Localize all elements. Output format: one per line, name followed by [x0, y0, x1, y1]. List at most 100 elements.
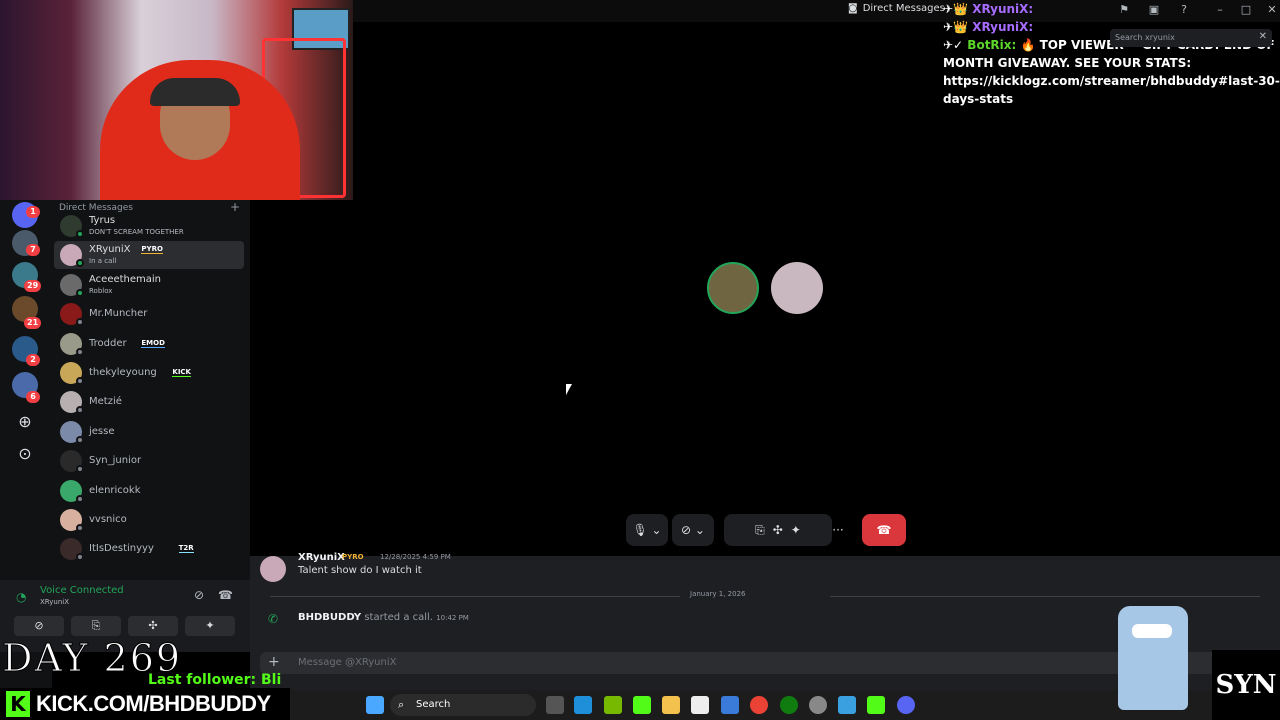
streamer-hat	[150, 78, 240, 106]
notification-badge: 29	[24, 280, 42, 292]
voice-channel: XRyuniX	[40, 598, 70, 606]
dm-name: Trodder	[89, 337, 127, 349]
status-indicator	[76, 524, 84, 532]
xbox-icon[interactable]	[780, 696, 798, 714]
mascot-face	[1132, 624, 1172, 638]
kick-logo-icon: K	[6, 691, 30, 717]
dm-item[interactable]: Trodder EMOD	[54, 330, 244, 358]
dm-item[interactable]: jesse	[54, 418, 244, 446]
dm-name: vvsnico	[89, 514, 127, 525]
dm-name: Tyrus	[89, 215, 116, 226]
dm-item[interactable]: Aceeethemain Roblox	[54, 271, 244, 299]
webcam-overlay	[0, 0, 353, 200]
noise-suppression-icon[interactable]: ⊘	[194, 588, 204, 602]
dm-name: elenricokk	[89, 484, 141, 496]
taskbar-search[interactable]: ⌕ Search	[390, 694, 536, 716]
kick-banner: K KICK.COM/BHDBUDDY	[0, 688, 290, 720]
dm-name: thekyleyoung	[89, 367, 157, 378]
call-participant-avatar[interactable]	[771, 262, 823, 314]
spreadsheet-icon[interactable]	[633, 696, 651, 714]
dm-item[interactable]: elenricokk	[54, 477, 244, 505]
guild-tag: EMOD	[141, 338, 165, 348]
notification-badge: 2	[26, 354, 40, 366]
dm-item[interactable]: thekyleyoung KICK	[54, 359, 244, 387]
stream-chat-overlay: ✈👑 XRyuniX: ✈👑 XRyuniX: ✈✓ BotRix: 🔥 TOP…	[943, 0, 1280, 108]
activity-button[interactable]: ✣	[128, 616, 178, 636]
signal-icon[interactable]: ◔	[16, 590, 26, 604]
chat-line: ✈👑 XRyuniX:	[943, 2, 1034, 16]
status-indicator	[76, 435, 84, 444]
attach-icon[interactable]: +	[268, 654, 280, 670]
status-indicator	[76, 347, 84, 356]
status-indicator	[76, 465, 84, 474]
dm-item[interactable]: Syn_junior	[54, 447, 244, 475]
status-indicator	[76, 288, 84, 297]
nvidia-icon[interactable]	[604, 696, 622, 714]
message-placeholder: Message @XRyuniX	[298, 657, 397, 668]
task-view-icon[interactable]	[546, 696, 564, 714]
app-icon[interactable]	[838, 696, 856, 714]
status-indicator	[76, 406, 84, 415]
dm-item[interactable]: Mr.Muncher	[54, 300, 244, 328]
dm-name: XRyuniX	[89, 244, 131, 256]
mascot-sticker	[1118, 606, 1188, 710]
dm-item[interactable]: ItIsDestinyyy T2R	[54, 535, 244, 563]
soundboard-button[interactable]: ✦	[185, 616, 235, 636]
screen-share-button[interactable]: ⎘	[71, 616, 121, 636]
dm-item[interactable]: Metzié	[54, 388, 244, 416]
dm-name: ItIsDestinyyy	[89, 543, 154, 555]
kick-url: KICK.COM/BHDBUDDY	[36, 691, 271, 716]
video-button[interactable]: ⊘	[14, 616, 64, 636]
disconnect-button[interactable]: ☎	[862, 514, 906, 546]
steam-icon[interactable]	[691, 696, 709, 714]
dm-name: Metzié	[89, 396, 122, 408]
status-indicator	[76, 494, 84, 503]
discord-icon: ◙	[848, 3, 858, 14]
notification-badge: 21	[24, 317, 42, 329]
dm-item[interactable]: Tyrus DON'T SCREAM TOGETHER	[54, 212, 244, 240]
voice-status[interactable]: Voice Connected	[40, 585, 124, 596]
dm-item[interactable]: XRyuniX PYRO In a call	[54, 241, 244, 270]
divider	[270, 596, 680, 597]
folder-icon[interactable]	[662, 696, 680, 714]
chrome-icon[interactable]	[750, 696, 768, 714]
edge-icon[interactable]	[574, 696, 592, 714]
call-participant-avatar[interactable]	[707, 262, 759, 314]
status-indicator	[76, 377, 84, 385]
message-author[interactable]: XRyuniX	[298, 552, 345, 563]
dm-name: Syn_junior	[89, 455, 142, 467]
mouse-cursor	[566, 384, 572, 395]
discord-icon[interactable]	[897, 696, 915, 714]
avatar[interactable]	[260, 556, 286, 582]
more-options-button[interactable]: ···	[824, 514, 852, 546]
last-follower: Last follower: Bli	[148, 672, 282, 688]
start-icon[interactable]	[366, 696, 384, 714]
search-icon[interactable]: ✕	[1259, 31, 1267, 42]
camera-button[interactable]: ⊘ ⌄	[672, 514, 714, 546]
activities-icon[interactable]: ✣	[773, 523, 783, 537]
notification-badge: 1	[26, 206, 40, 218]
mute-button[interactable]: 🎙 ⌄	[626, 514, 668, 546]
dm-item[interactable]: vvsnico	[54, 506, 244, 534]
app-icon[interactable]	[809, 696, 827, 714]
search-input[interactable]: Search xryunix ✕	[1110, 29, 1272, 47]
disconnect-icon[interactable]: ☎	[218, 588, 233, 602]
activity-controls: ⎘ ✣ ✦	[724, 514, 832, 546]
search-icon: ⌕	[398, 698, 405, 711]
notification-badge: 6	[26, 391, 40, 403]
dm-name: Mr.Muncher	[89, 308, 148, 320]
call-event: BHDBUDDY started a call. 10:42 PM	[298, 612, 469, 623]
screen-share-icon[interactable]: ⎘	[755, 523, 765, 538]
taskbar-search-label: Search	[416, 699, 451, 710]
store-icon[interactable]	[721, 696, 739, 714]
dm-name: Aceeethemain	[89, 273, 162, 285]
date-divider: January 1, 2026	[690, 590, 746, 598]
kick-icon[interactable]	[867, 696, 885, 714]
notification-badge: 7	[26, 244, 40, 256]
add-server-icon[interactable]: ⊕	[14, 411, 36, 433]
discover-icon[interactable]: ⊙	[14, 443, 36, 465]
phone-icon: ✆	[268, 612, 279, 626]
guild-tag: KICK	[172, 368, 191, 377]
message-text: Talent show do I watch it	[298, 565, 422, 576]
soundboard-icon[interactable]: ✦	[791, 523, 801, 537]
